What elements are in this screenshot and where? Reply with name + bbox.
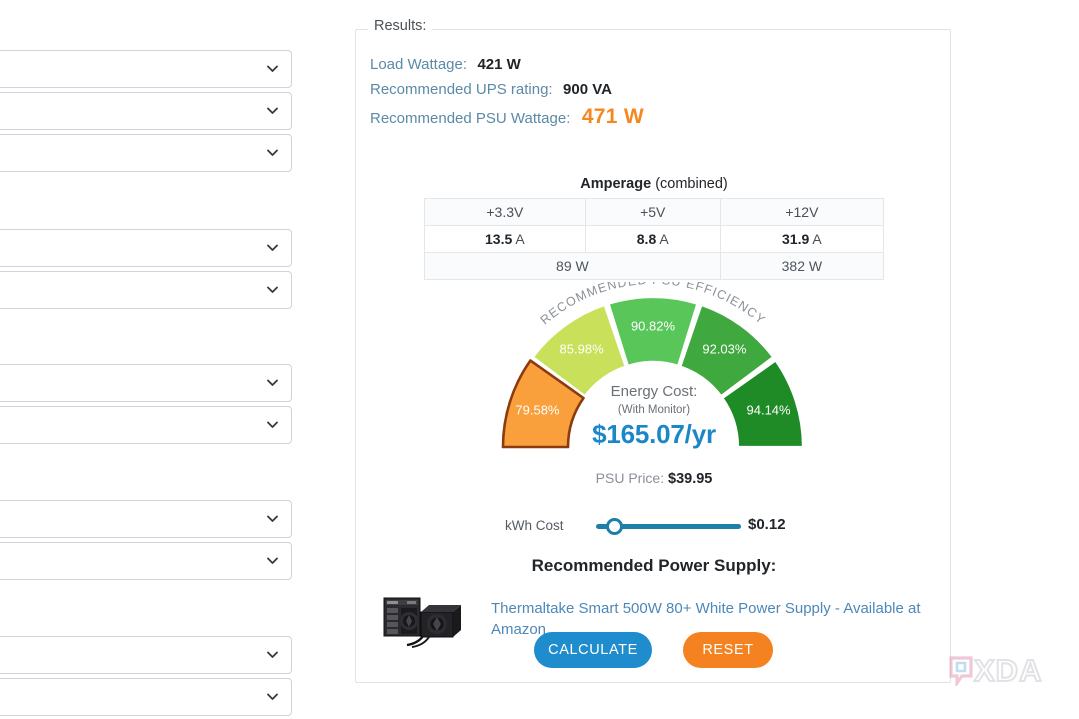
psu-price: PSU Price: $39.95 — [356, 470, 952, 487]
results-legend: Results: — [368, 19, 433, 34]
psu-wattage-row: Recommended PSU Wattage: 471 W — [370, 105, 644, 129]
load-wattage-value: 421 W — [477, 56, 521, 73]
amp-header-12v: +12V — [719, 198, 885, 226]
config-select-11[interactable] — [0, 678, 292, 716]
reset-button[interactable]: RESET — [683, 632, 773, 668]
amperage-title-bold: Amperage — [580, 176, 652, 192]
psu-efficiency-gauge: 79.58% 85.98% 90.82% 92.03% 94.14% RECOMMEND E… — [356, 273, 952, 462]
chevron-down-icon — [267, 693, 278, 701]
psu-wattage-label: Recommended PSU Wattage: — [370, 110, 571, 127]
psu-price-value: $39.95 — [668, 471, 713, 487]
amp-watts-12v: 382 W — [719, 252, 885, 280]
page-root: Results: Load Wattage: 421 W Recommended… — [0, 0, 1079, 719]
load-wattage-label: Load Wattage: — [370, 56, 468, 73]
config-select-3[interactable] — [0, 134, 292, 172]
config-select-5[interactable] — [0, 271, 292, 309]
ups-rating-label: Recommended UPS rating: — [370, 81, 553, 98]
kwh-cost-label: kWh Cost — [505, 518, 564, 533]
energy-cost-value: $165.07/yr — [592, 419, 716, 449]
config-select-2[interactable] — [0, 92, 292, 130]
energy-cost-label: Energy Cost: — [610, 383, 698, 400]
kwh-cost-slider-row: kWh Cost $0.12 — [356, 514, 952, 538]
amp-value-12v: 31.9 A — [719, 225, 885, 253]
recommended-psu-title: Recommended Power Supply: — [531, 556, 777, 575]
chevron-down-icon — [267, 379, 278, 387]
chevron-down-icon — [267, 557, 278, 565]
config-select-7[interactable] — [0, 406, 292, 444]
chevron-down-icon — [267, 286, 278, 294]
config-select-9[interactable] — [0, 542, 292, 580]
psu-price-label: PSU Price: — [595, 470, 668, 486]
chevron-down-icon — [267, 244, 278, 252]
kwh-cost-slider-thumb[interactable] — [606, 518, 623, 535]
load-wattage-row: Load Wattage: 421 W — [370, 56, 521, 74]
recommended-psu-item: Thermaltake Smart 500W 80+ White Power S… — [372, 590, 942, 654]
psu-product-image — [379, 592, 465, 648]
config-select-4[interactable] — [0, 229, 292, 267]
ups-rating-row: Recommended UPS rating: 900 VA — [370, 81, 612, 99]
table-row-amps: 13.5 A 8.8 A 31.9 A — [424, 225, 885, 253]
chevron-down-icon — [267, 421, 278, 429]
chevron-down-icon — [267, 515, 278, 523]
amperage-title-rest: (combined) — [651, 176, 728, 192]
xda-bubble-icon — [949, 656, 973, 686]
chevron-down-icon — [267, 149, 278, 157]
kwh-cost-value: $0.12 — [748, 516, 786, 533]
amp-watts-combined: 89 W — [424, 252, 721, 280]
results-panel: Results: Load Wattage: 421 W Recommended… — [355, 19, 952, 683]
calculate-button[interactable]: CALCULATE — [534, 632, 652, 668]
config-select-6[interactable] — [0, 364, 292, 402]
chevron-down-icon — [267, 65, 278, 73]
amp-header-5v: +5V — [584, 198, 721, 226]
chevron-down-icon — [267, 107, 278, 115]
table-row-watts: 89 W 382 W — [424, 252, 885, 280]
amp-value-33v: 13.5 A — [424, 225, 586, 253]
chevron-down-icon — [267, 651, 278, 659]
gauge-segment-label: 90.82% — [631, 319, 676, 334]
amperage-title: Amperage (combined) — [356, 176, 952, 192]
config-select-1[interactable] — [0, 50, 292, 88]
ups-rating-value: 900 VA — [563, 81, 612, 98]
xda-watermark-text: XDA — [973, 652, 1043, 689]
config-select-8[interactable] — [0, 500, 292, 538]
amp-value-5v: 8.8 A — [584, 225, 721, 253]
gauge-segment-label: 85.98% — [560, 342, 605, 357]
energy-cost-sublabel: (With Monitor) — [617, 404, 691, 416]
config-select-10[interactable] — [0, 636, 292, 674]
psu-wattage-value: 471 W — [581, 105, 645, 128]
xda-watermark: XDA — [948, 652, 1068, 690]
amp-header-33v: +3.3V — [424, 198, 586, 226]
gauge-segment-label: 92.03% — [702, 342, 747, 357]
amperage-table: +3.3V +5V +12V 13.5 A 8.8 A 31.9 A 89 W … — [424, 198, 885, 280]
table-row-headers: +3.3V +5V +12V — [424, 198, 885, 226]
config-form-column — [0, 0, 292, 719]
